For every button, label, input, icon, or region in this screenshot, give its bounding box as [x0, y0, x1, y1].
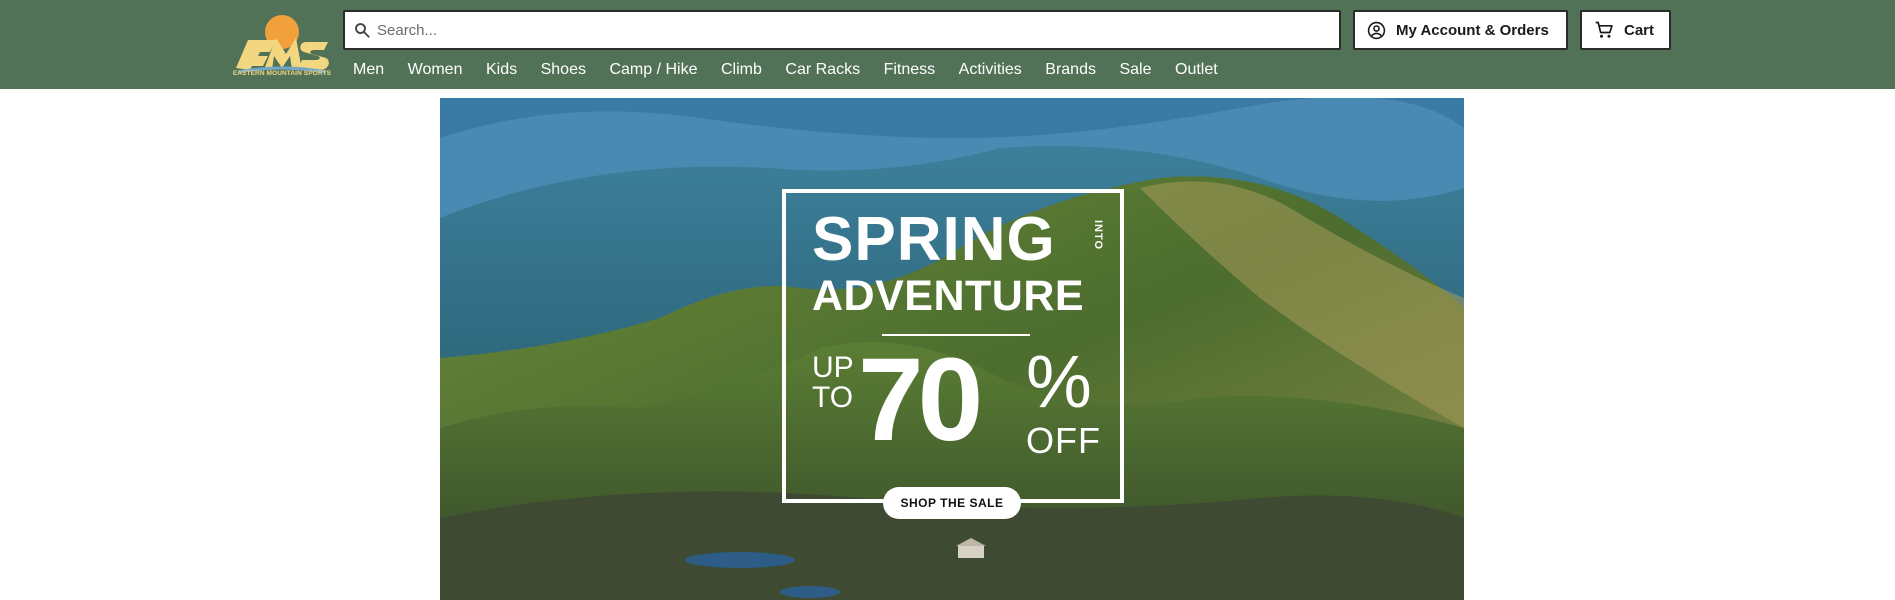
hero-banner[interactable]: SPRING INTO ADVENTURE UP TO 70 % OFF SHO…	[440, 98, 1464, 600]
nav-item-shoes[interactable]: Shoes	[541, 61, 586, 79]
promo-to-text: TO	[812, 381, 854, 414]
promo-off-text: OFF	[1026, 420, 1101, 461]
nav-item-outlet[interactable]: Outlet	[1175, 61, 1218, 79]
nav-item-kids[interactable]: Kids	[486, 61, 517, 79]
nav-item-women[interactable]: Women	[408, 61, 463, 79]
promo-headline-into: INTO	[1092, 219, 1105, 251]
my-account-button[interactable]: My Account & Orders	[1353, 10, 1568, 50]
cart-label: Cart	[1624, 21, 1655, 39]
logo-tagline: EASTERN MOUNTAIN SPORTS	[232, 70, 332, 77]
nav-item-climb[interactable]: Climb	[721, 61, 762, 79]
promo-discount-value: 70	[858, 334, 983, 466]
cart-button[interactable]: Cart	[1580, 10, 1671, 50]
search-icon[interactable]	[353, 21, 371, 39]
main-nav: Men Women Kids Shoes Camp / Hike Climb C…	[353, 58, 1241, 82]
nav-item-car-racks[interactable]: Car Racks	[785, 61, 860, 79]
search-bar[interactable]	[343, 10, 1341, 50]
nav-item-activities[interactable]: Activities	[959, 61, 1022, 79]
cart-icon	[1595, 21, 1613, 38]
nav-item-sale[interactable]: Sale	[1119, 61, 1151, 79]
promo-percent-sign: %	[1026, 340, 1092, 423]
site-header: EASTERN MOUNTAIN SPORTS My Account & Ord…	[0, 0, 1895, 89]
promo-up-text: UP	[812, 351, 854, 384]
shop-the-sale-button[interactable]: SHOP THE SALE	[883, 487, 1021, 519]
promo-box: SPRING INTO ADVENTURE UP TO 70 % OFF	[782, 189, 1124, 503]
nav-item-camp-hike[interactable]: Camp / Hike	[609, 61, 697, 79]
promo-headline-spring: SPRING	[812, 205, 1056, 274]
my-account-label: My Account & Orders	[1396, 21, 1549, 39]
promo-headline-adventure: ADVENTURE	[812, 272, 1085, 320]
nav-item-fitness[interactable]: Fitness	[884, 61, 936, 79]
account-icon	[1367, 21, 1386, 39]
nav-item-men[interactable]: Men	[353, 61, 384, 79]
search-input[interactable]	[377, 21, 1277, 39]
nav-item-brands[interactable]: Brands	[1045, 61, 1096, 79]
